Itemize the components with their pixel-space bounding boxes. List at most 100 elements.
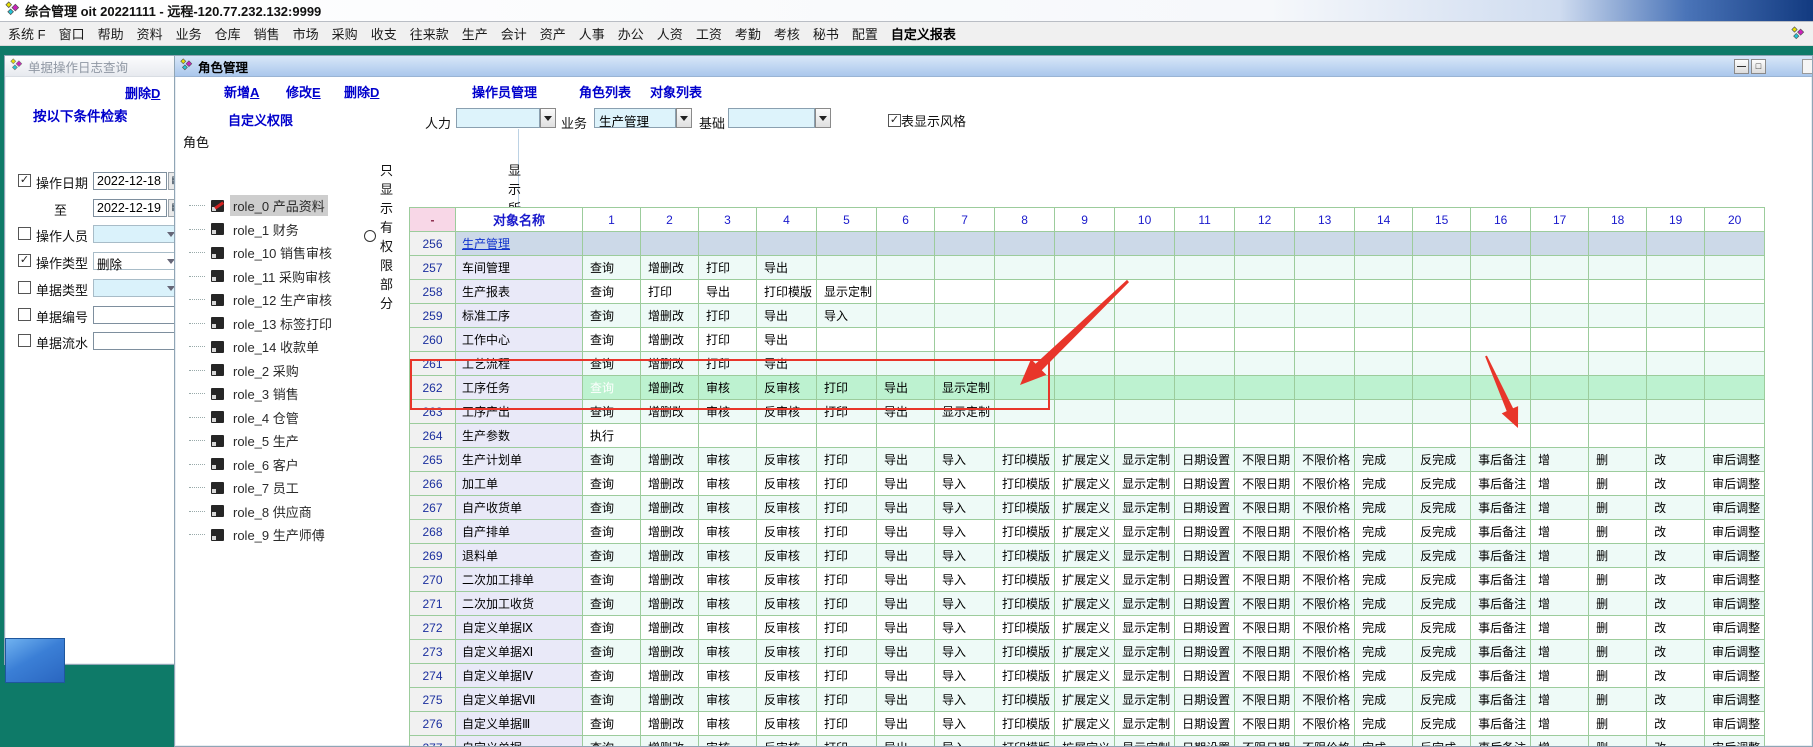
- permission-cell[interactable]: 审后调整: [1705, 736, 1765, 747]
- permission-cell[interactable]: 反审核: [757, 448, 817, 472]
- permission-cell[interactable]: [877, 352, 935, 376]
- permission-cell[interactable]: [1471, 352, 1531, 376]
- permission-cell[interactable]: [1531, 256, 1589, 280]
- permission-cell[interactable]: 完成: [1355, 736, 1413, 747]
- permission-cell[interactable]: 显示定制: [1115, 736, 1175, 747]
- permission-cell[interactable]: 打印模版: [995, 592, 1055, 616]
- role-tree-item[interactable]: role_10 销售审核: [177, 242, 335, 263]
- list-style-checkbox[interactable]: [888, 114, 901, 127]
- permission-cell[interactable]: 显示定制: [1115, 472, 1175, 496]
- permission-cell[interactable]: 审后调整: [1705, 568, 1765, 592]
- permission-cell[interactable]: 审核: [699, 568, 757, 592]
- permission-cell[interactable]: [935, 304, 995, 328]
- permission-cell[interactable]: 增: [1531, 688, 1589, 712]
- permission-cell[interactable]: [1531, 304, 1589, 328]
- permission-cell[interactable]: 打印模版: [995, 472, 1055, 496]
- permission-cell[interactable]: [1235, 352, 1295, 376]
- permission-cell[interactable]: [935, 328, 995, 352]
- permission-cell[interactable]: 审核: [699, 520, 757, 544]
- permission-cell[interactable]: 显示定制: [817, 280, 877, 304]
- permission-cell[interactable]: 反审核: [757, 688, 817, 712]
- permission-cell[interactable]: 导入: [935, 616, 995, 640]
- menu-item[interactable]: 办公: [618, 24, 644, 43]
- permission-cell[interactable]: 改: [1647, 640, 1705, 664]
- permission-cell[interactable]: 完成: [1355, 472, 1413, 496]
- text-input[interactable]: [93, 332, 185, 350]
- permission-cell[interactable]: 改: [1647, 544, 1705, 568]
- permission-cell[interactable]: 不限日期: [1235, 592, 1295, 616]
- permission-cell[interactable]: [1055, 328, 1115, 352]
- permission-cell[interactable]: 不限日期: [1235, 640, 1295, 664]
- permission-cell[interactable]: 打印: [817, 544, 877, 568]
- object-name-cell[interactable]: 车间管理: [456, 256, 583, 280]
- object-name-cell[interactable]: 退料单: [456, 544, 583, 568]
- tab-link[interactable]: 操作员管理: [472, 82, 537, 101]
- permission-cell[interactable]: [1175, 376, 1235, 400]
- permission-cell[interactable]: 查询: [583, 688, 641, 712]
- permission-cell[interactable]: [1413, 400, 1471, 424]
- permission-cell[interactable]: 审核: [699, 736, 757, 747]
- combo-input[interactable]: [93, 225, 179, 243]
- permission-cell[interactable]: 打印模版: [995, 448, 1055, 472]
- permission-cell[interactable]: 查询: [583, 280, 641, 304]
- permission-cell[interactable]: [1589, 328, 1647, 352]
- permission-cell[interactable]: 反审核: [757, 592, 817, 616]
- permission-cell[interactable]: 不限价格: [1295, 520, 1355, 544]
- permission-cell[interactable]: 改: [1647, 472, 1705, 496]
- permission-cell[interactable]: 增: [1531, 472, 1589, 496]
- permission-cell[interactable]: 扩展定义: [1055, 448, 1115, 472]
- permission-cell[interactable]: [1175, 400, 1235, 424]
- permission-cell[interactable]: [641, 232, 699, 256]
- tab-link[interactable]: 角色列表: [579, 82, 631, 101]
- permission-cell[interactable]: [1355, 400, 1413, 424]
- permission-cell[interactable]: 导出: [877, 472, 935, 496]
- log-delete-button[interactable]: 删除D: [125, 83, 160, 102]
- permission-cell[interactable]: 审后调整: [1705, 472, 1765, 496]
- permission-cell[interactable]: 打印: [817, 664, 877, 688]
- permission-cell[interactable]: 导出: [877, 640, 935, 664]
- permission-cell[interactable]: [1115, 376, 1175, 400]
- permission-cell[interactable]: [935, 352, 995, 376]
- permission-cell[interactable]: [1235, 328, 1295, 352]
- permission-cell[interactable]: [1295, 328, 1355, 352]
- permission-cell[interactable]: [935, 256, 995, 280]
- minimize-button[interactable]: —: [1734, 59, 1749, 74]
- permission-cell[interactable]: 增删改: [641, 376, 699, 400]
- permission-cell[interactable]: 打印: [817, 688, 877, 712]
- object-name-cell[interactable]: 工艺流程: [456, 352, 583, 376]
- permission-cell[interactable]: [1705, 400, 1765, 424]
- permission-cell[interactable]: 增删改: [641, 664, 699, 688]
- permission-cell[interactable]: 查询: [583, 496, 641, 520]
- role-tree-item[interactable]: role_8 供应商: [177, 501, 315, 522]
- permission-cell[interactable]: 审核: [699, 664, 757, 688]
- object-name-cell[interactable]: 自产收货单: [456, 496, 583, 520]
- permission-cell[interactable]: 删: [1589, 616, 1647, 640]
- role-tree-item[interactable]: role_11 采购审核: [177, 266, 334, 287]
- permission-cell[interactable]: 扩展定义: [1055, 520, 1115, 544]
- permission-cell[interactable]: 事后备注: [1471, 544, 1531, 568]
- permission-cell[interactable]: 增删改: [641, 328, 699, 352]
- permission-cell[interactable]: 打印模版: [995, 544, 1055, 568]
- permission-cell[interactable]: 打印: [699, 328, 757, 352]
- date-input[interactable]: 2022-12-18: [93, 172, 167, 190]
- permission-cell[interactable]: [1115, 328, 1175, 352]
- permission-cell[interactable]: 日期设置: [1175, 592, 1235, 616]
- permission-cell[interactable]: [1413, 376, 1471, 400]
- permission-cell[interactable]: 查询: [583, 736, 641, 747]
- permission-cell[interactable]: 删: [1589, 568, 1647, 592]
- category-combo[interactable]: 生产管理: [594, 108, 676, 128]
- permission-cell[interactable]: [877, 424, 935, 448]
- menu-item[interactable]: 帮助: [98, 24, 124, 43]
- permission-cell[interactable]: [1589, 280, 1647, 304]
- permission-cell[interactable]: 反审核: [757, 712, 817, 736]
- object-name-cell[interactable]: 自定义单据Ⅳ: [456, 664, 583, 688]
- permission-cell[interactable]: [1235, 280, 1295, 304]
- permission-cell[interactable]: 改: [1647, 448, 1705, 472]
- permission-cell[interactable]: 改: [1647, 736, 1705, 747]
- permission-cell[interactable]: 导入: [935, 448, 995, 472]
- permission-cell[interactable]: 扩展定义: [1055, 688, 1115, 712]
- permission-cell[interactable]: 完成: [1355, 448, 1413, 472]
- menu-item[interactable]: 考勤: [735, 24, 761, 43]
- permission-cell[interactable]: 导出: [877, 376, 935, 400]
- permission-cell[interactable]: 显示定制: [1115, 568, 1175, 592]
